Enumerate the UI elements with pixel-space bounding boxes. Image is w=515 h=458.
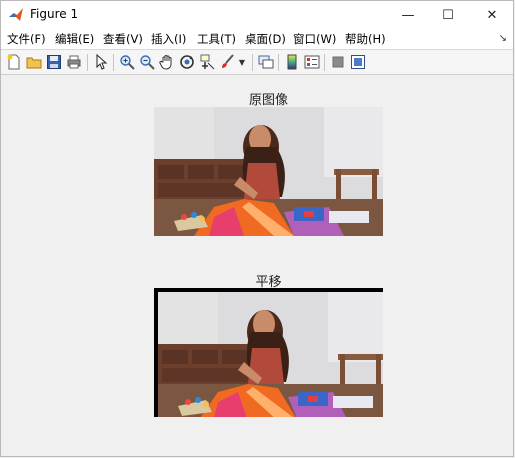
maximize-button[interactable]: ☐ <box>425 1 471 29</box>
zoom-out-icon <box>140 55 155 70</box>
menu-edit[interactable]: 编辑(E) <box>55 31 94 47</box>
link-plot-icon <box>258 55 274 69</box>
link-plot-button[interactable] <box>257 53 275 71</box>
menu-insert[interactable]: 插入(I) <box>151 31 186 47</box>
hide-plot-tools-icon <box>332 56 344 68</box>
save-icon <box>47 55 61 69</box>
menu-tools[interactable]: 工具(T) <box>197 31 236 47</box>
minimize-icon: — <box>401 7 415 23</box>
pointer-icon <box>96 54 108 70</box>
menu-file[interactable]: 文件(F) <box>7 31 46 47</box>
zoom-out-button[interactable] <box>138 53 156 71</box>
legend-button[interactable] <box>303 53 321 71</box>
new-file-icon <box>7 54 20 70</box>
window-title: Figure 1 <box>30 7 79 21</box>
colorbar-icon <box>287 54 297 70</box>
open-file-button[interactable] <box>25 53 43 71</box>
title-bar: Figure 1 — ☐ ✕ <box>1 1 513 29</box>
hide-plot-tools-button[interactable] <box>329 53 347 71</box>
hand-icon <box>159 55 172 70</box>
data-cursor-button[interactable] <box>198 53 216 71</box>
dock-arrow-icon[interactable]: ↘ <box>499 33 507 44</box>
rotate-icon <box>180 55 194 69</box>
print-icon <box>67 55 81 69</box>
toolbar-separator <box>324 54 325 71</box>
close-icon: ✕ <box>486 7 498 23</box>
toolbar-separator <box>87 54 88 71</box>
toolbar-separator <box>113 54 114 71</box>
toolbar-separator <box>278 54 279 71</box>
brush-icon <box>222 54 234 68</box>
translated-image[interactable] <box>154 288 383 417</box>
zoom-in-icon <box>120 55 135 70</box>
brush-button[interactable] <box>218 53 236 71</box>
select-pointer-button[interactable] <box>92 53 110 71</box>
show-plot-tools-icon <box>351 55 365 69</box>
figure-window: Figure 1 — ☐ ✕ 文件(F) 编辑(E) 查看(V) 插入(I) 工… <box>0 0 514 457</box>
menu-bar: 文件(F) 编辑(E) 查看(V) 插入(I) 工具(T) 桌面(D) 窗口(W… <box>1 29 513 49</box>
rotate-3d-button[interactable] <box>178 53 196 71</box>
original-image[interactable] <box>154 107 383 236</box>
figure-toolbar: ▼ <box>1 49 513 75</box>
print-button[interactable] <box>65 53 83 71</box>
menu-view[interactable]: 查看(V) <box>103 31 143 47</box>
legend-icon <box>304 55 320 69</box>
colorbar-button[interactable] <box>283 53 301 71</box>
data-cursor-icon <box>200 54 215 70</box>
photo-woman-with-fabric-shifted <box>154 288 383 417</box>
menu-help[interactable]: 帮助(H) <box>345 31 386 47</box>
close-button[interactable]: ✕ <box>469 1 515 29</box>
photo-woman-with-fabric <box>154 107 383 236</box>
maximize-icon: ☐ <box>442 7 454 23</box>
menu-window[interactable]: 窗口(W) <box>293 31 336 47</box>
new-figure-button[interactable] <box>5 53 23 71</box>
chevron-down-icon: ▼ <box>238 57 246 67</box>
menu-desktop[interactable]: 桌面(D) <box>245 31 286 47</box>
save-button[interactable] <box>45 53 63 71</box>
zoom-in-button[interactable] <box>118 53 136 71</box>
toolbar-separator <box>252 54 253 71</box>
matlab-icon <box>9 8 23 21</box>
folder-icon <box>26 57 42 69</box>
pan-button[interactable] <box>158 53 176 71</box>
brush-dropdown[interactable]: ▼ <box>236 53 248 71</box>
show-plot-tools-button[interactable] <box>349 53 367 71</box>
axes-title-original: 原图像 <box>248 93 288 108</box>
